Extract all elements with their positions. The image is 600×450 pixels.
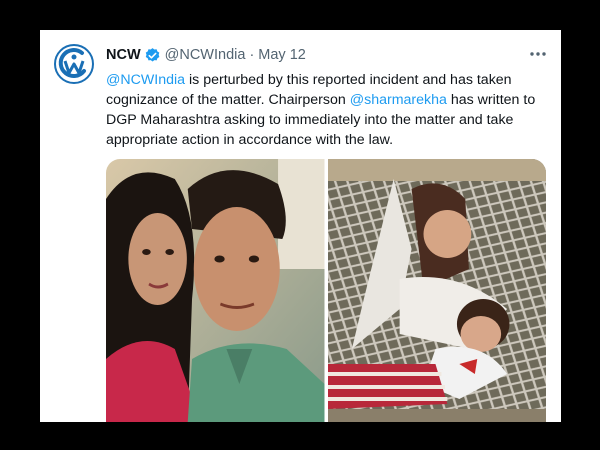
tweet-header: NCW @NCWIndia · May 12 <box>106 44 546 66</box>
author-handle[interactable]: @NCWIndia <box>165 47 246 63</box>
verified-badge-icon <box>144 47 161 64</box>
mention-ncwindia[interactable]: @NCWIndia <box>106 72 185 88</box>
ncw-logo-avatar[interactable] <box>54 44 94 84</box>
more-options-icon[interactable] <box>529 47 547 61</box>
tweet-date[interactable]: May 12 <box>258 47 306 63</box>
tweet-text: @NCWIndia is perturbed by this reported … <box>106 70 546 150</box>
author-name[interactable]: NCW <box>106 47 141 63</box>
photo-couple[interactable] <box>106 159 325 422</box>
separator-dot: · <box>249 47 255 63</box>
tweet-card: NCW @NCWIndia · May 12 @NCWIndia is pert… <box>40 30 561 422</box>
photo-hammock[interactable] <box>327 159 546 422</box>
tweet-media <box>106 159 546 422</box>
mention-sharmarekha[interactable]: @sharmarekha <box>350 92 447 108</box>
